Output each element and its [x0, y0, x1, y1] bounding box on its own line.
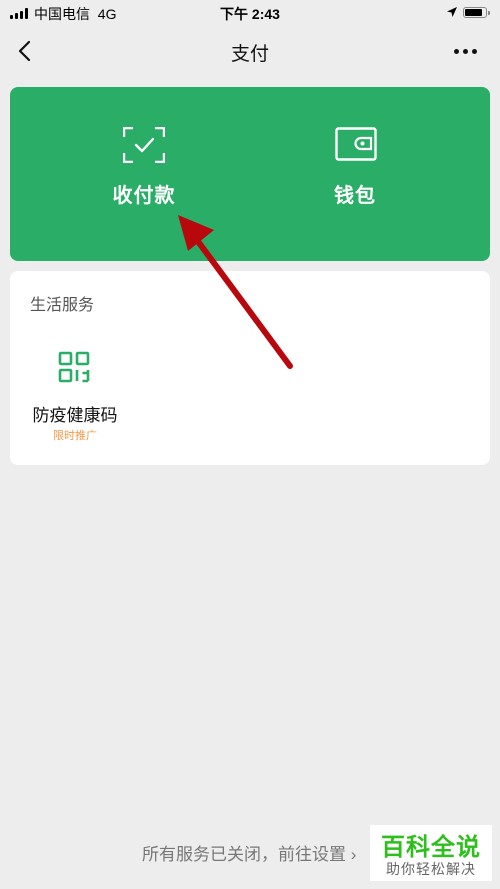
health-code-service[interactable]: 防疫健康码 限时推广: [28, 347, 122, 447]
watermark-title: 百科全说: [381, 834, 481, 861]
nav-bar: 支付: [0, 26, 500, 76]
section-title: 生活服务: [30, 297, 95, 314]
page-title: 支付: [230, 44, 269, 65]
life-services-card: 生活服务 防疫健康码 限时推广: [10, 271, 490, 465]
payment-card: 收付款 钱包: [10, 87, 490, 261]
watermark-subtitle: 助你轻松解决: [386, 861, 476, 877]
battery-level: [465, 9, 482, 16]
qr-code-icon: [58, 351, 90, 383]
scan-check-icon: [123, 127, 165, 163]
more-dots-icon[interactable]: [452, 48, 480, 56]
wallet-button[interactable]: 钱包: [255, 87, 455, 261]
battery-icon: [463, 7, 490, 18]
receive-pay-label: 收付款: [112, 185, 176, 207]
location-arrow-icon: [447, 7, 457, 17]
wallet-icon: [335, 127, 377, 161]
wallet-label: 钱包: [334, 185, 376, 207]
watermark-logo: 百科全说 助你轻松解决: [370, 825, 492, 881]
status-bar: 中国电信 4G 下午 2:43: [0, 0, 500, 26]
settings-link[interactable]: 所有服务已关闭，前往设置 ›: [142, 840, 356, 865]
receive-pay-button[interactable]: 收付款: [44, 87, 244, 261]
promo-tag: 限时推广: [53, 430, 97, 442]
service-name: 防疫健康码: [32, 406, 118, 425]
status-time: 下午 2:43: [220, 6, 280, 22]
